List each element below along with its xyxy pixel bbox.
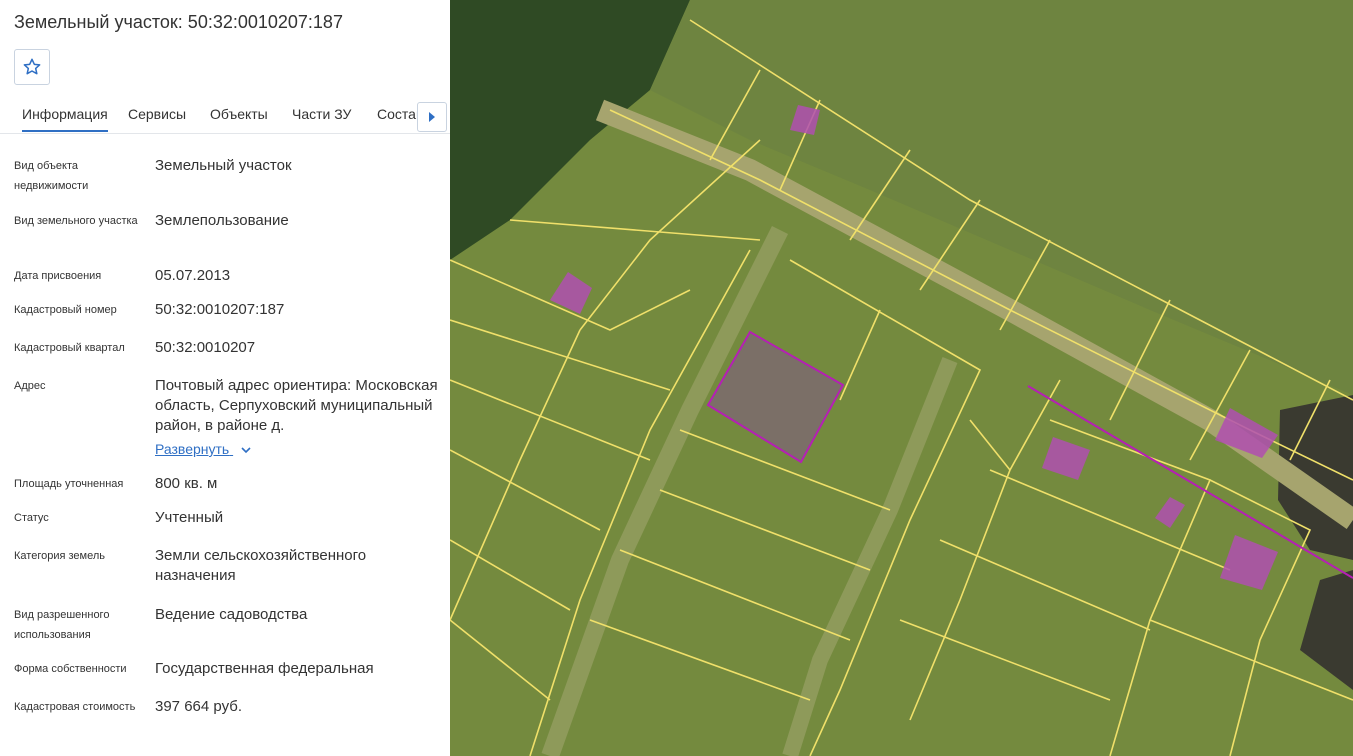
page-title: Земельный участок: 50:32:0010207:187: [14, 12, 343, 32]
chevron-down-icon: [241, 447, 251, 453]
star-outline-icon: [23, 58, 41, 75]
tabs-scroll-right-button[interactable]: [417, 102, 447, 132]
field-value: 50:32:0010207:187: [155, 301, 285, 318]
field-value: Ведение садоводства: [155, 606, 308, 623]
field-label: Кадастровый квартал: [14, 342, 125, 354]
satellite-map[interactable]: [450, 0, 1353, 756]
tab-objects[interactable]: Объекты: [210, 106, 268, 122]
field-label: Вид земельного участка: [14, 215, 138, 227]
field-value: 800 кв. м: [155, 475, 218, 492]
info-panel: Земельный участок: 50:32:0010207:187 Инф…: [0, 0, 450, 756]
favorite-button[interactable]: [14, 49, 50, 85]
field-label: Площадь уточненная: [14, 478, 124, 490]
field-label: Дата присвоения: [14, 270, 102, 282]
field-value: Учтенный: [155, 509, 224, 526]
field-label: Форма собственности: [14, 663, 127, 675]
caret-right-icon: [429, 112, 435, 122]
field-label: Вид разрешенного использования: [14, 609, 110, 641]
expand-label: Развернуть: [155, 441, 230, 457]
field-value: Земли сельскохозяйственного назначения: [155, 547, 367, 584]
tab-bar: Информация Сервисы Объекты Части ЗУ Сост…: [0, 97, 450, 134]
field-label: Кадастровая стоимость: [14, 701, 136, 713]
field-label: Адрес: [14, 380, 46, 392]
map-view[interactable]: [450, 0, 1353, 756]
field-value: 50:32:0010207: [155, 339, 256, 356]
field-value: Земельный участок: [155, 157, 292, 174]
expand-address-link[interactable]: Развернуть: [155, 441, 251, 457]
field-value: Почтовый адрес ориентира: Московская обл…: [155, 377, 438, 434]
tab-services[interactable]: Сервисы: [128, 106, 186, 122]
tab-parts[interactable]: Части ЗУ: [292, 106, 351, 122]
field-label: Статус: [14, 512, 49, 524]
field-label: Вид объекта недвижимости: [14, 160, 89, 192]
field-label: Кадастровый номер: [14, 304, 117, 316]
field-value: Землепользование: [155, 212, 289, 229]
field-label: Категория земель: [14, 550, 105, 562]
field-value: 05.07.2013: [155, 267, 231, 284]
field-value: Государственная федеральная: [155, 660, 374, 677]
tab-information[interactable]: Информация: [22, 106, 108, 132]
field-value: 397 664 руб.: [155, 698, 242, 715]
